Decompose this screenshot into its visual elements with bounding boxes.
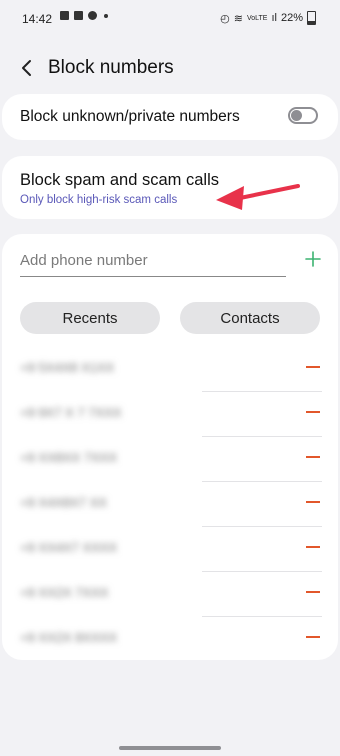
toggle-knob: [291, 110, 302, 121]
add-number-button[interactable]: [304, 250, 322, 268]
back-arrow-icon: [22, 60, 31, 76]
gallery-icon: [60, 11, 69, 20]
list-item: +9 5X4X8 X1XX: [2, 347, 338, 392]
battery-percent: 22%: [280, 12, 303, 24]
page-title: Block numbers: [48, 57, 174, 78]
list-item: +9 X4X8X7 XX: [2, 482, 338, 527]
block-unknown-row[interactable]: Block unknown/private numbers: [2, 94, 338, 140]
alarm-icon: ◴: [220, 12, 230, 25]
plus-icon: [305, 251, 321, 267]
home-indicator[interactable]: [119, 746, 221, 750]
list-item: +9 XX8XX 7XXX: [2, 437, 338, 482]
remove-icon[interactable]: [306, 636, 320, 638]
remove-icon[interactable]: [306, 366, 320, 368]
remove-icon[interactable]: [306, 501, 320, 503]
blocked-number: +9 X4X8X7 XX: [20, 495, 108, 510]
list-item: +9 XX2X 8XXXX: [2, 617, 338, 662]
volte-label: VoLTE: [246, 14, 268, 22]
block-unknown-label: Block unknown/private numbers: [20, 108, 240, 125]
wifi-icon: ≋: [233, 12, 243, 25]
blocked-numbers-card: Recents Contacts +9 5X4X8 X1XX +9 9X7 X …: [2, 234, 338, 660]
block-spam-sublabel: Only block high-risk scam calls: [20, 194, 178, 206]
remove-icon[interactable]: [306, 546, 320, 548]
signal-icon: ıl: [271, 12, 277, 24]
message-icon: [74, 11, 83, 20]
blocked-numbers-list: +9 5X4X8 X1XX +9 9X7 X 7 7XXX +9 XX8XX 7…: [2, 347, 338, 662]
annotation-arrow-icon: [216, 184, 300, 210]
blocked-number: +9 XX4X7 XXXX: [20, 540, 118, 555]
contacts-button[interactable]: Contacts: [180, 302, 320, 334]
blocked-number: +9 9X7 X 7 7XXX: [20, 405, 122, 420]
list-item: +9 XX4X7 XXXX: [2, 527, 338, 572]
list-item: +9 9X7 X 7 7XXX: [2, 392, 338, 437]
list-item: +9 XX2X 7XXX: [2, 572, 338, 617]
app-header: Block numbers: [0, 48, 340, 88]
back-button[interactable]: [16, 54, 40, 82]
notification-icons: [60, 11, 108, 20]
blocked-number: +9 XX2X 7XXX: [20, 585, 109, 600]
block-unknown-toggle[interactable]: [288, 107, 318, 124]
remove-icon[interactable]: [306, 411, 320, 413]
blocked-number: +9 XX2X 8XXXX: [20, 630, 118, 645]
blocked-number: +9 5X4X8 X1XX: [20, 360, 115, 375]
remove-icon[interactable]: [306, 456, 320, 458]
more-notifications-icon: [104, 13, 108, 18]
add-phone-input[interactable]: [20, 248, 286, 277]
battery-icon: [307, 11, 316, 25]
recents-button[interactable]: Recents: [20, 302, 160, 334]
block-spam-label: Block spam and scam calls: [20, 171, 219, 189]
status-bar: 14:42 ◴ ≋ VoLTE ıl 22%: [0, 0, 340, 36]
remove-icon[interactable]: [306, 591, 320, 593]
status-right: ◴ ≋ VoLTE ıl 22%: [220, 11, 316, 25]
facebook-icon: [88, 11, 97, 20]
blocked-number: +9 XX8XX 7XXX: [20, 450, 118, 465]
status-time: 14:42: [22, 12, 53, 26]
